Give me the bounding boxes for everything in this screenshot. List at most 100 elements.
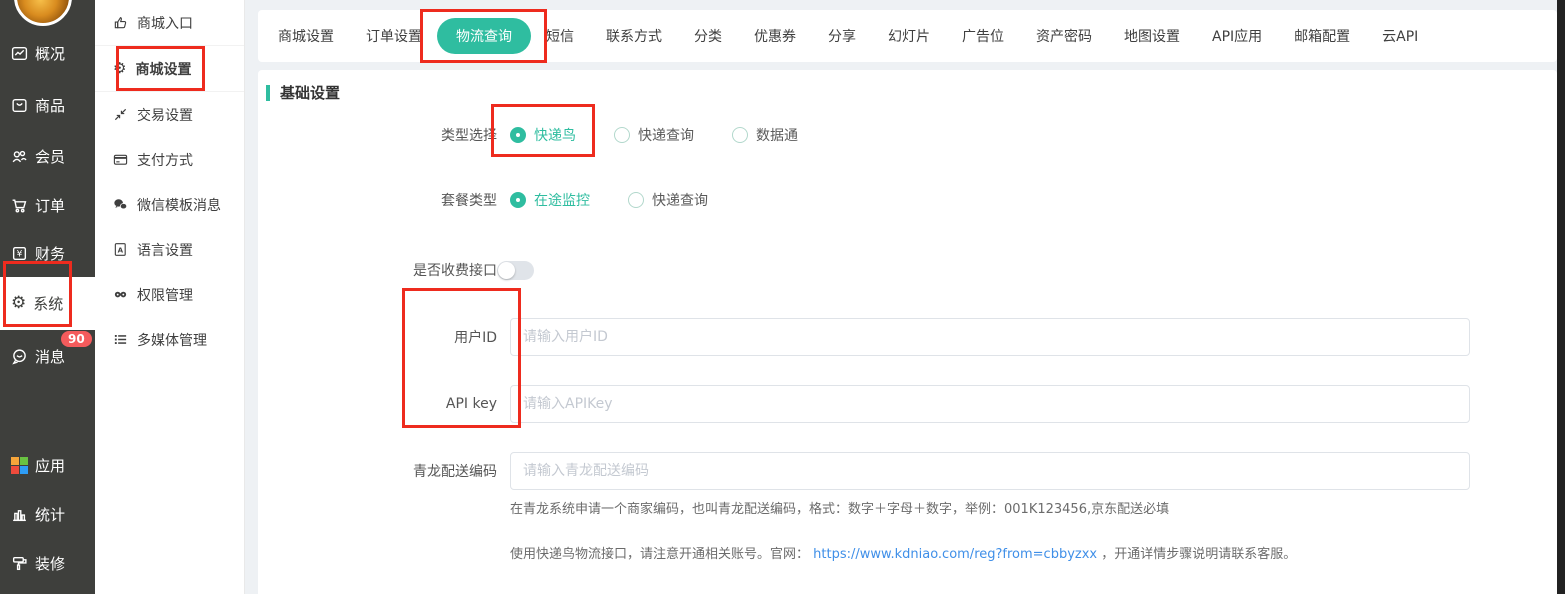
members-icon [11,148,28,165]
radio-dot [614,127,630,143]
submenu-item-label: 交易设置 [137,105,193,125]
user-id-row: 用户ID [258,318,1470,356]
radio-in-transit-monitor[interactable]: 在途监控 [510,190,590,210]
tab-mall-settings[interactable]: 商城设置 [278,26,334,46]
sidebar-item-label: 概况 [35,43,65,64]
submenu-item-label: 权限管理 [137,285,193,305]
submenu-item-wechat-template[interactable]: 微信模板消息 [95,182,244,227]
submenu-item-mall-entry[interactable]: 商城入口 [95,0,244,46]
tab-api-app[interactable]: API应用 [1212,26,1262,46]
tab-asset-password[interactable]: 资产密码 [1036,26,1092,46]
kdniao-help-prefix: 使用快递鸟物流接口，请注意开通相关账号。官网： [510,547,809,562]
tab-category[interactable]: 分类 [694,26,722,46]
user-id-input[interactable] [510,318,1470,356]
sidebar-item-label: 会员 [35,146,65,167]
settings-tabbar: 商城设置 订单设置 物流查询 短信 联系方式 分类 优惠券 分享 幻灯片 广告位… [258,10,1557,62]
submenu-item-mall-settings[interactable]: ⚙ 商城设置 [95,46,244,92]
message-count-badge: 90 [61,331,92,347]
submenu-item-trade-settings[interactable]: 交易设置 [95,92,244,137]
qinglong-help-text: 在青龙系统申请一个商家编码，也叫青龙配送编码，格式：数字＋字母＋数字，举例：00… [510,498,1169,517]
gear-icon: ⚙ [11,295,26,312]
tab-logistics-query[interactable]: 物流查询 [437,18,531,54]
kdniao-help-suffix: ，开通详情步骤说明请联系客服。 [1101,547,1296,562]
sidebar-item-overview[interactable]: 概况 [0,28,95,78]
sidebar-item-orders[interactable]: 订单 [0,180,95,230]
settings-panel: 基础设置 类型选择 快递鸟 快递查询 数据通 套餐类型 在途 [258,70,1557,594]
primary-sidebar: 概况 商品 会员 订单 ¥ 财务 ⚙ 系统 消息 90 [0,0,95,594]
sidebar-item-label: 应用 [35,455,65,476]
user-id-label: 用户ID [258,327,497,347]
submenu-item-language-settings[interactable]: A 语言设置 [95,227,244,272]
submenu-item-payment-methods[interactable]: 支付方式 [95,137,244,182]
credit-card-icon [113,152,128,167]
vertical-scrollbar[interactable] [1557,0,1565,594]
svg-text:A: A [118,245,124,254]
package-type-label: 套餐类型 [258,190,497,210]
tab-mail-config[interactable]: 邮箱配置 [1294,26,1350,46]
package-type-row: 套餐类型 在途监控 快递查询 [258,190,746,210]
sidebar-item-label: 财务 [35,243,65,264]
submenu-item-label: 语言设置 [137,240,193,260]
type-select-label: 类型选择 [258,125,497,145]
type-select-row: 类型选择 快递鸟 快递查询 数据通 [258,125,836,145]
tab-contact[interactable]: 联系方式 [606,26,662,46]
sidebar-item-apps[interactable]: 应用 [0,440,95,490]
api-key-input[interactable] [510,385,1470,423]
submenu-item-label: 多媒体管理 [137,330,207,350]
radio-shujutong[interactable]: 数据通 [732,125,798,145]
secondary-sidebar: 商城入口 ⚙ 商城设置 交易设置 支付方式 微信模板消息 A 语言设置 权限管理 [95,0,245,594]
qinglong-code-label: 青龙配送编码 [258,461,497,481]
tab-map-settings[interactable]: 地图设置 [1124,26,1180,46]
radio-kuaidi-query[interactable]: 快递查询 [614,125,694,145]
radio-dot [510,192,526,208]
sidebar-item-stats[interactable]: 统计 [0,489,95,539]
radio-dot [732,127,748,143]
sidebar-item-label: 装修 [35,553,65,574]
language-book-icon: A [113,242,128,257]
apps-grid-icon [11,457,28,474]
sidebar-item-decorate[interactable]: 装修 [0,538,95,588]
cart-icon [11,197,28,214]
qinglong-code-row: 青龙配送编码 [258,452,1470,490]
kdniao-help-text: 使用快递鸟物流接口，请注意开通相关账号。官网： https://www.kdni… [510,543,1296,562]
submenu-item-multimedia[interactable]: 多媒体管理 [95,317,244,362]
tab-share[interactable]: 分享 [828,26,856,46]
radio-express-query[interactable]: 快递查询 [628,190,708,210]
radio-dot [510,127,526,143]
sidebar-item-label: 系统 [33,293,63,314]
paint-roller-icon [11,555,28,572]
section-title: 基础设置 [280,82,340,103]
kdniao-register-link[interactable]: https://www.kdniao.com/reg?from=cbbyzxx [813,547,1097,562]
sidebar-item-members[interactable]: 会员 [0,131,95,181]
qinglong-code-input[interactable] [510,452,1470,490]
tab-cloud-api[interactable]: 云API [1382,26,1418,46]
bar-chart-icon [11,506,28,523]
tab-sms[interactable]: 短信 [546,26,574,46]
submenu-item-label: 微信模板消息 [137,195,221,215]
paid-api-toggle[interactable] [497,261,534,280]
tab-ad-slot[interactable]: 广告位 [962,26,1004,46]
tab-order-settings[interactable]: 订单设置 [366,26,422,46]
sidebar-item-system[interactable]: ⚙ 系统 [0,277,95,330]
chat-bubble-icon [11,348,28,365]
sidebar-item-finance[interactable]: ¥ 财务 [0,228,95,278]
converge-arrows-icon [113,107,128,122]
submenu-item-label: 支付方式 [137,150,193,170]
key-fob-icon [113,287,128,302]
radio-dot [628,192,644,208]
radio-kuaidiniao[interactable]: 快递鸟 [510,125,576,145]
avatar[interactable] [14,0,72,26]
wechat-bubbles-icon [113,197,128,212]
list-icon [113,332,128,347]
sidebar-item-label: 订单 [35,195,65,216]
sidebar-item-label: 商品 [35,95,65,116]
api-key-row: API key [258,385,1470,423]
app-window: 概况 商品 会员 订单 ¥ 财务 ⚙ 系统 消息 90 [0,0,1565,594]
tab-slideshow[interactable]: 幻灯片 [888,26,930,46]
sidebar-item-goods[interactable]: 商品 [0,80,95,130]
goods-icon [11,97,28,114]
sidebar-item-label: 统计 [35,504,65,525]
finance-icon: ¥ [11,245,28,262]
submenu-item-permissions[interactable]: 权限管理 [95,272,244,317]
tab-coupon[interactable]: 优惠券 [754,26,796,46]
